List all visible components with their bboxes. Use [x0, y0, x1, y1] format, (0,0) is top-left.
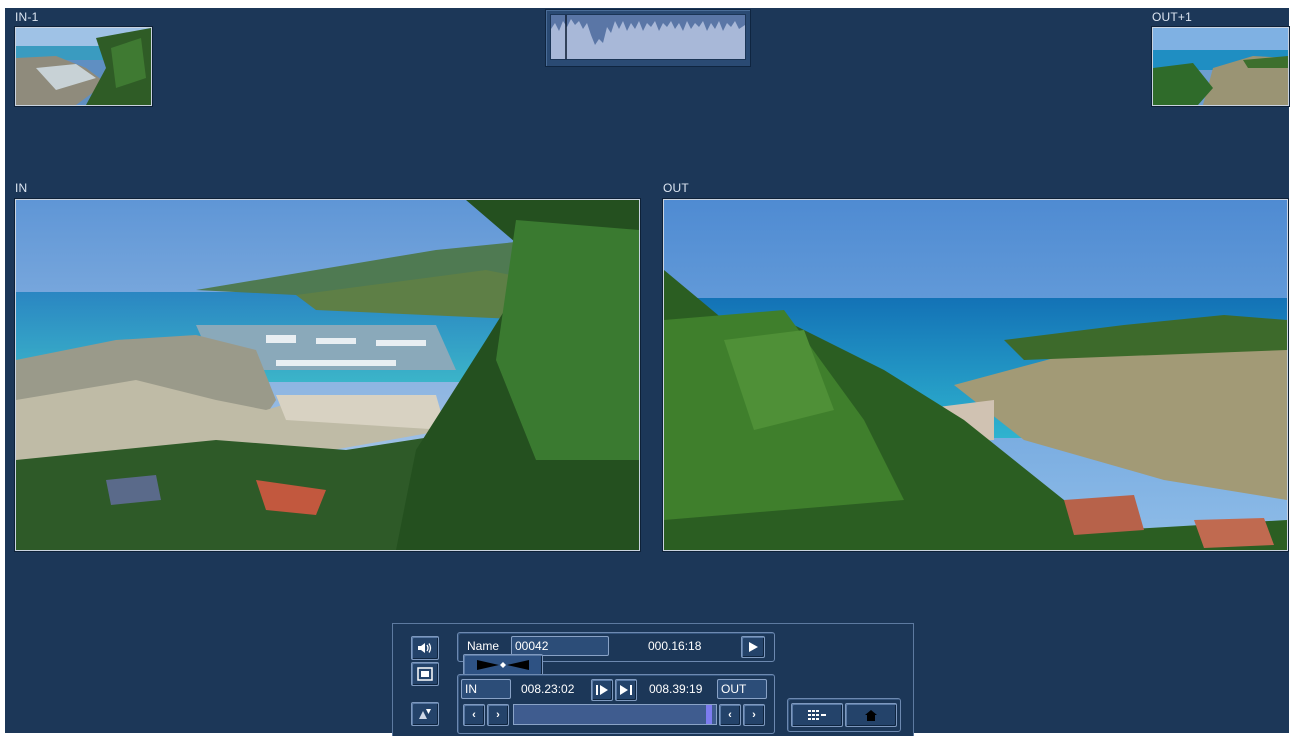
play-button[interactable] [741, 636, 765, 658]
speaker-icon [418, 643, 432, 653]
step-out-icon [620, 685, 632, 695]
in-left-nudge-button[interactable]: ‹ [463, 704, 485, 726]
play-icon [749, 642, 758, 652]
home-icon [865, 709, 877, 721]
out-left-nudge-button[interactable]: ‹ [719, 704, 741, 726]
out-plus-1-thumbnail[interactable] [1152, 27, 1289, 106]
out-point-field[interactable]: OUT [717, 679, 767, 699]
chevron-right-icon: › [752, 709, 756, 721]
trim-control-panel: Name 00042 000.16:18 IN 008.23:02 008.39… [392, 623, 914, 736]
in-label: IN [15, 181, 28, 195]
clip-duration: 000.16:18 [648, 639, 702, 653]
triangle-arrows-icon [419, 709, 431, 719]
menu-button[interactable] [791, 703, 843, 727]
chevron-right-icon: › [496, 709, 500, 721]
film-icon [417, 667, 433, 681]
out-right-nudge-button[interactable]: › [743, 704, 765, 726]
in-timecode: 008.23:02 [521, 682, 575, 696]
in-minus-1-thumbnail[interactable] [15, 27, 152, 106]
out-timecode: 008.39:19 [649, 682, 703, 696]
scrub-handle[interactable] [706, 705, 712, 724]
in-minus-1-label: IN-1 [15, 10, 39, 24]
step-in-icon [596, 685, 608, 695]
go-to-out-button[interactable] [615, 679, 637, 701]
audio-waveform[interactable] [545, 9, 751, 67]
in-frame-preview[interactable] [15, 199, 640, 551]
scrub-track[interactable] [513, 704, 717, 725]
go-to-in-button[interactable] [591, 679, 613, 701]
bowtie-trim-icon [477, 660, 529, 670]
clip-name-field[interactable]: 00042 [511, 636, 609, 656]
grid-menu-icon [808, 710, 826, 720]
chevron-left-icon: ‹ [728, 709, 732, 721]
out-plus-1-label: OUT+1 [1152, 10, 1193, 24]
trim-mode-button[interactable] [463, 654, 543, 676]
home-button[interactable] [845, 703, 897, 727]
mode-toggle-button[interactable] [411, 702, 439, 726]
in-right-nudge-button[interactable]: › [487, 704, 509, 726]
in-point-field[interactable]: IN [461, 679, 511, 699]
video-toggle-button[interactable] [411, 662, 439, 686]
out-frame-preview[interactable] [663, 199, 1288, 551]
audio-toggle-button[interactable] [411, 636, 439, 660]
out-label: OUT [663, 181, 689, 195]
chevron-left-icon: ‹ [472, 709, 476, 721]
name-label: Name [467, 639, 500, 653]
